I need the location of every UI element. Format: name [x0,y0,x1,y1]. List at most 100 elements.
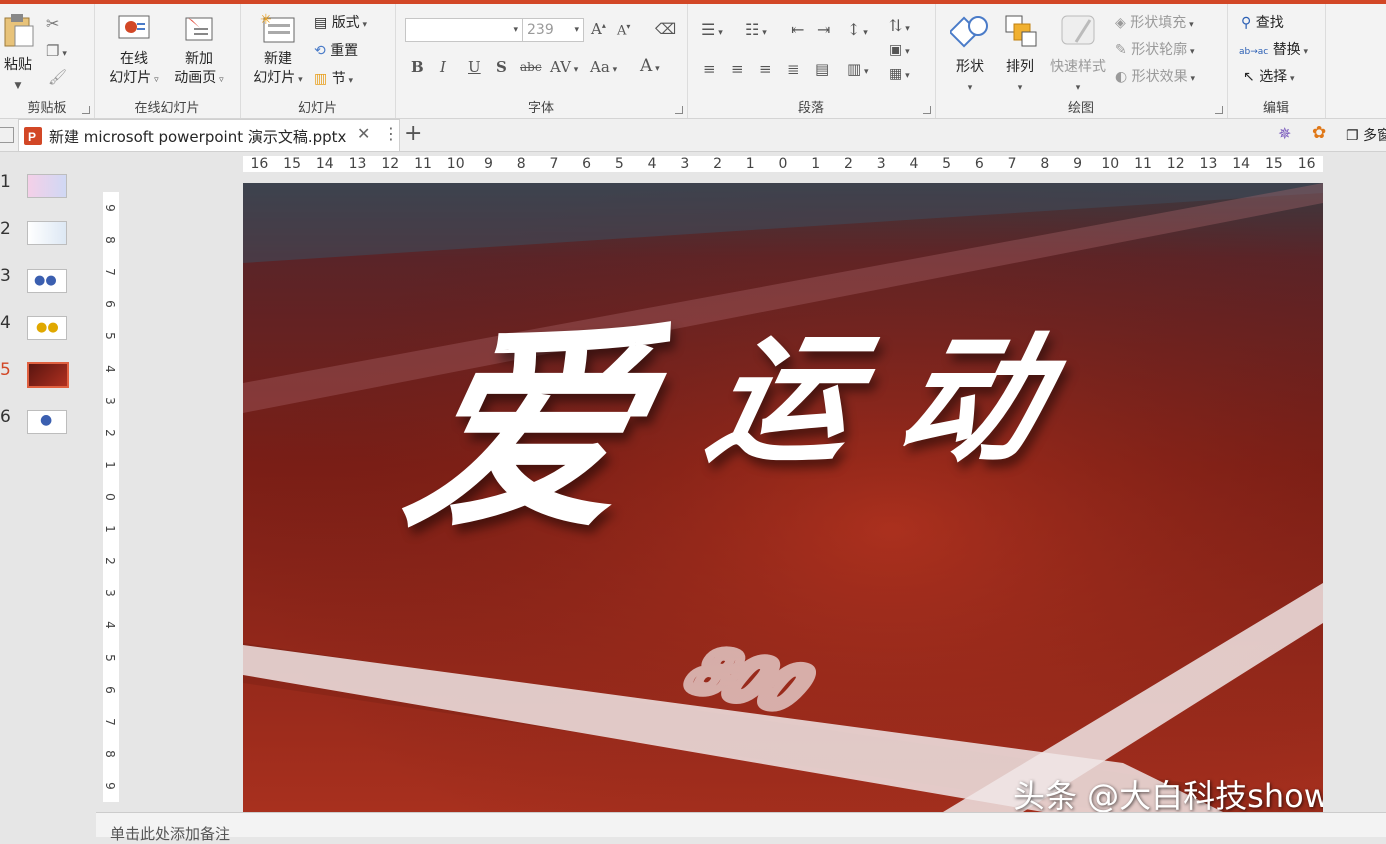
close-tab-icon[interactable]: ✕ [357,124,370,143]
shape-effects-button[interactable]: ◐ 形状效果 ▾ [1115,66,1195,86]
quick-styles-button[interactable]: 快速样式 ▾ [1047,12,1109,98]
new-tab-icon[interactable]: + [404,121,422,146]
increase-font-icon[interactable]: A▴ [591,20,606,38]
notes-pane[interactable]: 单击此处添加备注 [96,812,1386,843]
paragraph-launcher-icon[interactable] [923,106,931,114]
tab-more-icon[interactable]: ⋮ [383,124,399,143]
pen-icon: ✎ [1115,42,1127,58]
search-icon: ⚲ [1241,15,1252,31]
ruler-tick-label: 13 [348,156,367,172]
section-button[interactable]: ▥ 节 ▾ [314,68,353,88]
find-button[interactable]: ⚲ 查找 [1241,12,1284,32]
ruler-tick-label: 1 [811,156,821,172]
slide-thumbnail[interactable] [27,174,67,198]
align-text-icon[interactable]: ▣ ▾ [889,42,910,58]
text-direction-icon[interactable]: ⇅ ▾ [889,16,910,35]
slide-thumbnail[interactable]: ●● [27,316,67,340]
slide-thumbnail-selected[interactable] [27,362,69,388]
paste-button[interactable]: 粘贴 ▼ [0,12,36,96]
online-slides-icon [118,15,150,39]
align-left-icon[interactable]: ≡ [703,60,716,78]
window-icon: ❐ [1346,128,1359,144]
reset-icon: ⟲ [314,43,326,59]
slide-thumbnail[interactable]: ●● [27,269,67,293]
drawing-launcher-icon[interactable] [1215,106,1223,114]
ruler-tick-label: 3 [680,156,690,172]
slide-canvas[interactable]: 800 爱 运 动 头条 @大白科技show [243,183,1323,812]
line-spacing-icon[interactable]: ↕ ▾ [847,20,868,39]
powerpoint-icon: P [24,127,42,145]
new-slide-icon: ✳ [260,12,295,43]
arrange-icon [1005,15,1037,47]
drawing-group-label: 绘图 [1067,101,1094,116]
align-center-icon[interactable]: ≡ [731,60,744,78]
cut-icon[interactable]: ✂ [46,14,59,33]
increase-indent-icon[interactable]: ⇥ [817,20,830,39]
ruler-tick-label: 4 [102,364,117,373]
ruler-tick-label: 1 [102,461,117,469]
align-right-icon[interactable]: ≡ [759,60,772,78]
ruler-tick-label: 6 [102,300,117,309]
ruler-tick-label: 4 [909,156,919,172]
new-animation-page-button[interactable]: 新加 动画页 ▿ [166,14,232,90]
bullets-icon[interactable]: ☰ ▾ [701,20,723,39]
new-slide-button[interactable]: ✳ 新建 幻灯片 ▾ [246,12,310,90]
font-color-button[interactable]: A ▾ [640,56,660,76]
clipboard-group: 粘贴 ▼ ✂ ❐ ▾ 🖌 剪贴板 [0,4,95,118]
slide-title-sport[interactable]: 运 动 [696,319,1059,482]
slide-title-char-love[interactable]: 爱 [388,303,662,559]
ruler-tick-label: 4 [647,156,657,172]
ruler-tick-label: 15 [1264,156,1283,172]
ruler-tick-label: 9 [102,204,117,212]
distribute-icon[interactable]: ▤ [815,60,829,78]
ruler-tick-label: 7 [102,717,117,726]
editing-group-label: 编辑 [1262,101,1289,116]
character-spacing-button[interactable]: AV ▾ [550,58,578,76]
multi-window-button[interactable]: ❐ 多窗 [1346,125,1386,145]
clear-format-icon[interactable]: ⌫ [655,20,676,38]
copy-icon[interactable]: ❐ ▾ [46,42,67,60]
ruler-tick-label: 8 [102,236,117,244]
decrease-indent-icon[interactable]: ⇤ [791,20,804,39]
justify-icon[interactable]: ≣ [787,60,800,78]
clipboard-launcher-icon[interactable] [82,106,90,114]
effects-icon: ◐ [1115,69,1128,85]
ruler-tick-label: 1 [102,525,117,533]
document-tab[interactable]: P 新建 microsoft powerpoint 演示文稿.pptx ✕ ⋮ [18,119,400,151]
shape-outline-button[interactable]: ✎ 形状轮廓 ▾ [1115,39,1195,59]
reset-button[interactable]: ⟲ 重置 [314,40,358,60]
file-tab-icon[interactable] [0,127,14,143]
strikethrough-button[interactable]: abc [520,60,542,74]
sparkle-icon[interactable]: ✵ [1278,124,1291,143]
change-case-button[interactable]: Aa ▾ [590,58,617,76]
font-launcher-icon[interactable] [675,106,683,114]
ruler-tick-label: 10 [446,156,465,172]
font-name-field[interactable]: ▾ [405,18,523,42]
font-size-field[interactable]: 239 ▾ [522,18,584,42]
shapes-button[interactable]: 形状 ▾ [947,12,993,98]
decrease-font-icon[interactable]: A▾ [617,22,630,38]
horizontal-ruler[interactable]: 16 15 14 13 12 11 10 9 8 7 6 5 4 3 2 1 0 1 2 3 4 5 6 7 8 9 10 11 12 1… [243,156,1323,172]
columns-icon[interactable]: ▥ ▾ [847,60,869,78]
online-slides-button[interactable]: 在线 幻灯片 ▿ [106,14,162,90]
arrange-button[interactable]: 排列 ▾ [997,12,1043,98]
editing-group: ⚲ 查找 ab→ac 替换 ▾ ↖ 选择 ▾ 编辑 [1227,4,1326,118]
bold-button[interactable]: B [411,58,424,76]
shape-fill-button[interactable]: ◈ 形状填充 ▾ [1115,12,1194,32]
settings-gear-icon[interactable]: ✿ [1312,123,1326,143]
vertical-ruler[interactable]: 9 8 7 6 5 4 3 2 1 0 1 2 3 4 5 6 7 8 9 [103,192,119,802]
select-button[interactable]: ↖ 选择 ▾ [1243,66,1295,86]
layout-button[interactable]: ▤ 版式 ▾ [314,12,367,32]
slide-thumbnail[interactable]: ● [27,410,67,434]
watermark: 头条 @大白科技show [1013,777,1323,812]
italic-button[interactable]: I [440,58,446,76]
ruler-tick-label: 2 [713,156,722,172]
numbering-icon[interactable]: ☷ ▾ [745,20,767,39]
underline-button[interactable]: U [468,58,481,76]
ruler-tick-label: 2 [843,156,853,172]
format-painter-icon[interactable]: 🖌 [48,68,67,86]
shadow-button[interactable]: S [496,58,507,76]
replace-button[interactable]: ab→ac 替换 ▾ [1239,39,1308,59]
slide-thumbnail[interactable] [27,221,67,245]
smartart-icon[interactable]: ▦ ▾ [889,66,910,82]
